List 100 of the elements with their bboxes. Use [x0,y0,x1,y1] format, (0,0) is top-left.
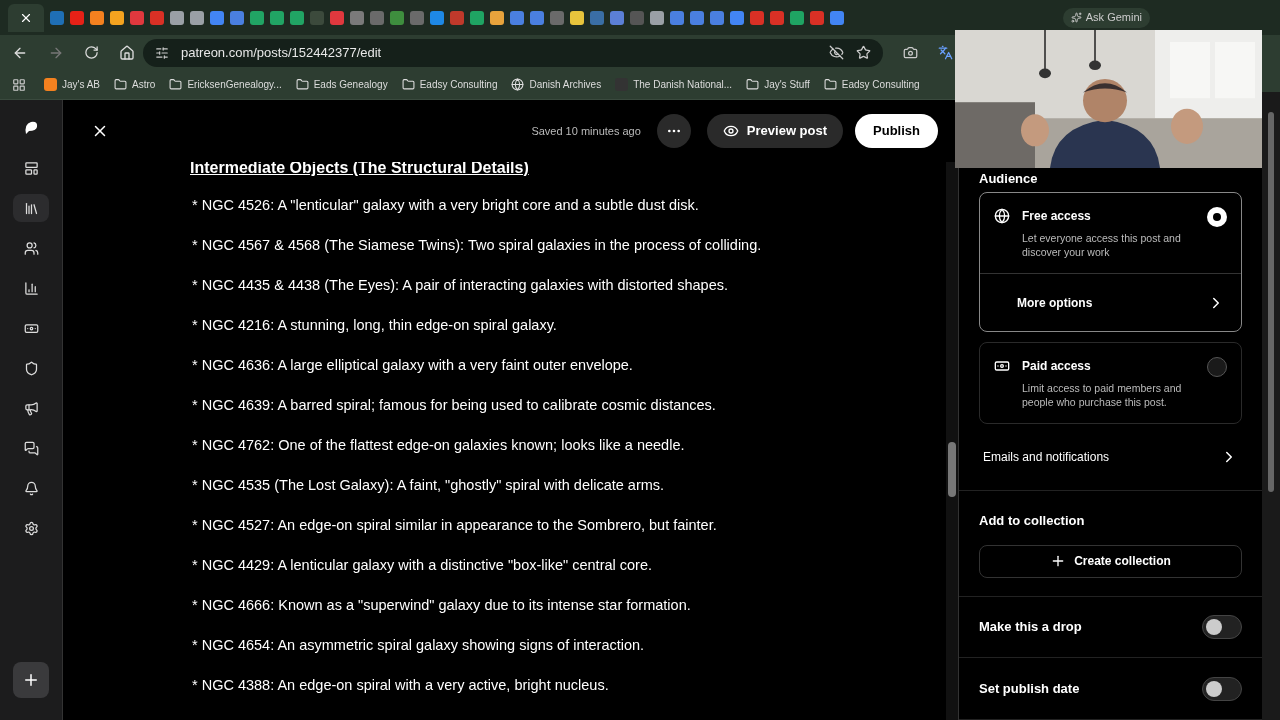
stack-icon [23,200,39,216]
bookmark-item[interactable]: Eadsy Consulting [823,77,920,92]
translate-icon[interactable] [938,45,953,60]
tab-favicon[interactable] [230,10,244,25]
bookmark-item[interactable]: Eadsy Consulting [401,77,498,92]
folder-icon [401,78,415,91]
list-item-text: * NGC 4666: Known as a "superwind" galaxy due to its intense star formation. [192,596,692,615]
eye-off-icon[interactable] [829,45,844,60]
chat-icon [23,440,39,456]
more-options-row[interactable]: More options [980,273,1241,331]
tab-favicon[interactable] [490,10,504,25]
tab-favicon[interactable] [210,10,224,25]
section-title: Add to collection [979,512,1086,531]
tab-favicon[interactable] [790,10,804,25]
tab-favicon[interactable] [190,10,204,25]
close-tab-button[interactable] [8,3,44,32]
folder-icon [823,78,837,91]
blob-logo-icon [24,121,38,135]
shield-icon [23,360,39,376]
saved-status: Saved 10 minutes ago [531,123,641,139]
list-item-text: * NGC 4567 & 4568 (The Siamese Twins): Two spiral galaxies in the process of colliding. [192,236,763,255]
tab-favicon[interactable] [570,10,584,25]
ask-gemini-button[interactable]: Ask Gemini [1062,7,1150,28]
list-item-text: * NGC 4639: A barred spiral; famous for being used to calibrate cosmic distances. [192,396,717,415]
toggle-label: Set publish date [979,679,1080,698]
scrollbar-thumb[interactable] [1268,112,1274,492]
bookmark-star-icon[interactable] [856,45,871,60]
bookmark-item[interactable]: Jay's Stuff [746,77,810,92]
option-description: Let everyone access this post and discover your work [1022,231,1182,259]
list-item-text: * NGC 4429: A lenticular galaxy with a distinctive "box-like" central core. [192,556,653,575]
tab-favicon[interactable] [530,10,544,25]
toggle-switch[interactable] [1202,676,1242,701]
tab-favicon[interactable] [290,10,304,25]
folder-icon [169,78,183,91]
layout-icon [23,160,39,176]
tab-favicon[interactable] [690,10,704,25]
reload-icon[interactable] [84,45,99,60]
settings-icon [23,520,39,536]
tab-favicon[interactable] [510,10,524,25]
apps-icon[interactable] [12,77,26,92]
add-button[interactable] [13,662,49,698]
publish-button[interactable]: Publish [855,114,938,148]
option-title: Paid access [1022,358,1092,375]
section-heading: Intermediate Objects (The Structural Details) [190,162,530,178]
bookmark-item[interactable]: The Danish National... [615,77,733,92]
bell-icon [23,480,39,496]
home-icon[interactable] [119,44,135,61]
tab-favicon[interactable] [830,10,844,25]
tab-favicon[interactable] [270,10,284,25]
radio-button[interactable] [1207,207,1227,227]
bookmark-item[interactable]: Danish Archives [511,77,602,92]
tab-favicon[interactable] [650,10,664,25]
panel-heading: Audience [978,170,1039,188]
preview-post-button[interactable]: Preview post [706,114,844,148]
globe-icon [994,208,1010,224]
list-item-text: * NGC 4435 & 4438 (The Eyes): A pair of interacting galaxies with distorted shapes. [192,276,729,295]
site-settings-icon[interactable] [155,45,169,60]
bookmark-item[interactable]: EricksenGenealogy... [169,77,282,92]
folder-icon [114,78,128,91]
tab-favicon[interactable] [390,10,404,25]
bookmark-item[interactable]: Astro [114,77,156,92]
megaphone-icon [23,400,39,416]
tab-favicon[interactable] [610,10,624,25]
bookmark-item[interactable]: Jay's AB [44,77,101,92]
list-item-text: * NGC 4527: An edge-on spiral similar in appearance to the Sombrero, but fainter. [192,516,718,535]
tab-favicon[interactable] [730,10,744,25]
plus-icon [22,671,40,689]
list-item-text: * NGC 4388: An edge-on spiral with a very active, bright nucleus. [192,676,610,695]
tab-favicon[interactable] [470,10,484,25]
rail-button[interactable] [13,194,49,222]
people-icon [23,240,39,256]
banknote-icon [994,358,1010,374]
tab-favicon[interactable] [90,10,104,25]
bookmark-item[interactable]: Eads Genealogy [295,77,388,92]
list-item-text: * NGC 4535 (The Lost Galaxy): A faint, "ghostly" spiral with delicate arms. [192,476,666,495]
tab-favicon[interactable] [170,10,184,25]
tab-favicon[interactable] [250,10,264,25]
list-item-text: * NGC 4526: A "lenticular" galaxy with a very bright core and a subtle dust disk. [192,196,700,215]
scrollbar-thumb[interactable] [948,442,956,497]
camera-icon[interactable] [903,45,918,60]
list-item-text: * NGC 4216: A stunning, long, thin edge-on spiral galaxy. [192,316,558,335]
bar-chart-icon [23,280,39,296]
list-item-text: * NGC 4654: An asymmetric spiral galaxy showing signs of interaction. [192,636,646,655]
address-field[interactable]: patreon.com/posts/152442377/edit [143,38,883,67]
create-collection-button[interactable]: Create collection [979,544,1242,578]
tab-favicon[interactable] [670,10,684,25]
eye-icon [722,123,739,139]
option-description: Limit access to paid members and people who purchase this post. [1022,381,1183,409]
radio-button[interactable] [1207,357,1227,377]
tab-favicon[interactable] [430,10,444,25]
tab-favicon[interactable] [710,10,724,25]
tab-favicon[interactable] [110,10,124,25]
folder-icon [295,78,309,91]
list-item-text: * NGC 4636: A large elliptical galaxy with a very faint outer envelope. [192,356,634,375]
option-title: Free access [1022,208,1092,225]
access-option-card[interactable]: Free access Let everyone access this post and discover your work More options [979,192,1242,332]
toggle-switch[interactable] [1202,615,1242,640]
access-option-card[interactable]: Paid access Limit access to paid members and people who purchase this post. [979,342,1242,424]
globe-icon [511,78,525,91]
sparkle-icon [1070,12,1082,23]
